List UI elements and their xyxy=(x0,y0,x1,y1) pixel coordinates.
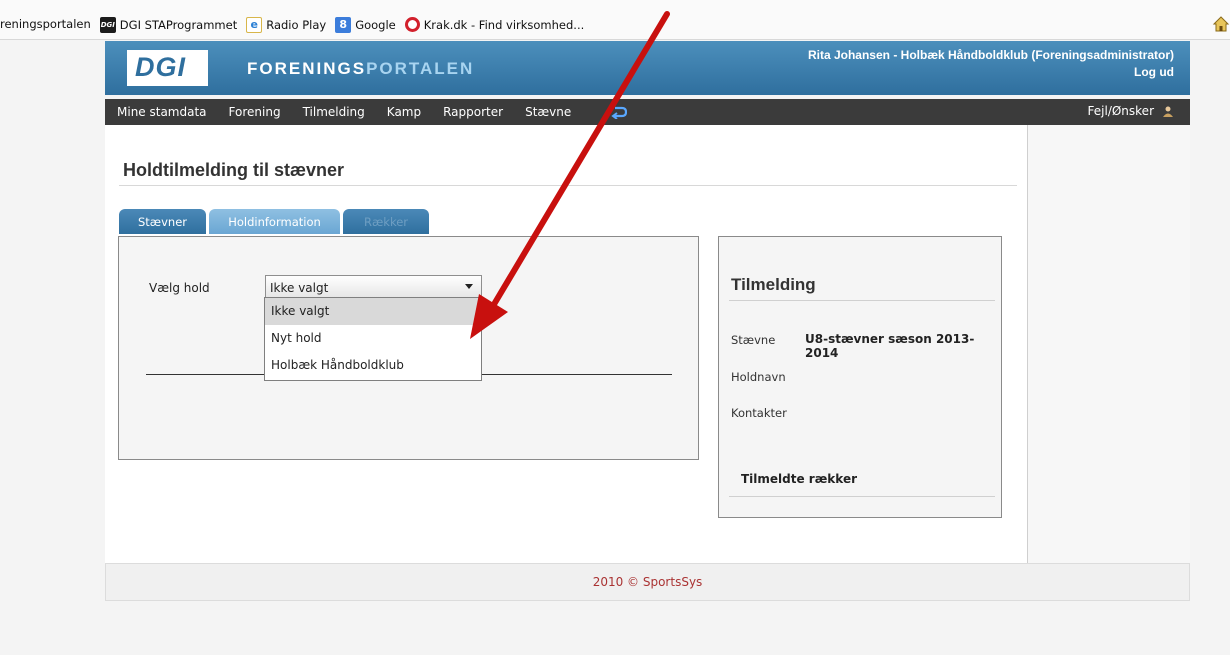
tilmelding-box: Tilmelding Stævne U8-stævner sæson 2013-… xyxy=(718,236,1002,518)
team-select[interactable]: Ikke valgt xyxy=(265,275,482,298)
bookmarks-bar: reningsportalen DGI DGI STAProgrammet e … xyxy=(0,0,1230,40)
site-header: DGI FORENINGSPORTALEN Rita Johansen - Ho… xyxy=(105,41,1190,95)
bookmark-label: Google xyxy=(355,18,396,32)
dropdown-option-nyt-hold[interactable]: Nyt hold xyxy=(265,325,481,352)
team-select-value: Ikke valgt xyxy=(270,281,329,295)
tab-holdinformation[interactable]: Holdinformation xyxy=(209,209,340,234)
tilmeldte-divider xyxy=(729,496,995,497)
bookmark-label: Krak.dk - Find virksomhed... xyxy=(423,17,585,32)
tilmelding-divider xyxy=(729,300,995,301)
dropdown-option-holbaek[interactable]: Holbæk Håndboldklub xyxy=(265,352,481,379)
tilmeldte-raekker-heading: Tilmeldte rækker xyxy=(741,472,857,486)
right-sidebar xyxy=(1027,125,1190,563)
main-nav: Mine stamdata Forening Tilmelding Kamp R… xyxy=(105,99,1190,125)
feedback-label: Fejl/Ønsker xyxy=(1087,104,1154,118)
bookmark-krak[interactable]: Krak.dk - Find virksomhed... xyxy=(404,17,585,32)
logout-link[interactable]: Log ud xyxy=(1134,65,1174,79)
ie-page-icon: e xyxy=(246,17,263,33)
user-feedback-icon xyxy=(1163,106,1173,117)
team-select-dropdown: Ikke valgt Nyt hold Holbæk Håndboldklub xyxy=(264,297,482,381)
google-icon: 8 xyxy=(335,17,352,33)
nav-item-kamp[interactable]: Kamp xyxy=(387,105,421,119)
krak-icon xyxy=(404,17,420,32)
nav-item-rapporter[interactable]: Rapporter xyxy=(443,105,503,119)
bookmark-label: Radio Play xyxy=(266,18,327,32)
holdnavn-label: Holdnavn xyxy=(731,370,786,384)
logo-text: DGI xyxy=(135,52,187,82)
portal-title: FORENINGSPORTALEN xyxy=(247,59,474,79)
nav-item-tilmelding[interactable]: Tilmelding xyxy=(303,105,365,119)
page-title: Holdtilmelding til stævner xyxy=(123,160,345,180)
tab-raekker[interactable]: Rækker xyxy=(343,209,429,234)
title-divider xyxy=(119,185,1017,186)
nav-item-forening[interactable]: Forening xyxy=(229,105,281,119)
dropdown-option-ikke-valgt[interactable]: Ikke valgt xyxy=(265,298,481,325)
tab-staevner[interactable]: Stævner xyxy=(119,209,206,234)
bookmark-radio-play[interactable]: e Radio Play xyxy=(246,17,326,33)
bookmark-foreningsportalen[interactable]: reningsportalen xyxy=(0,17,91,31)
home-icon[interactable] xyxy=(1212,15,1230,33)
staevne-label: Stævne xyxy=(731,333,776,347)
staevne-value: U8-stævner sæson 2013-2014 xyxy=(805,332,975,360)
portal-title-strong: FORENINGS xyxy=(247,59,367,78)
kontakter-label: Kontakter xyxy=(731,406,787,420)
footer-text: 2010 © SportsSys xyxy=(592,575,703,589)
select-team-label: Vælg hold xyxy=(149,281,210,295)
chevron-down-icon xyxy=(465,284,473,289)
user-info: Rita Johansen - Holbæk Håndboldklub (For… xyxy=(807,48,1174,62)
portal-title-light: PORTALEN xyxy=(366,59,475,78)
bookmark-google[interactable]: 8 Google xyxy=(335,17,396,33)
dgi-logo[interactable]: DGI xyxy=(127,50,208,86)
nav-item-staevne[interactable]: Stævne xyxy=(525,105,571,119)
back-icon[interactable] xyxy=(611,105,628,119)
bookmark-label: reningsportalen xyxy=(0,17,91,31)
bookmark-dgi-staprogrammet[interactable]: DGI DGI STAProgrammet xyxy=(99,17,238,33)
page-footer: 2010 © SportsSys xyxy=(105,563,1190,601)
tilmelding-title: Tilmelding xyxy=(731,275,816,294)
feedback-link[interactable]: Fejl/Ønsker xyxy=(1088,104,1174,118)
dgi-icon: DGI xyxy=(99,17,116,33)
bookmark-label: DGI STAProgrammet xyxy=(119,18,238,32)
nav-item-mine-stamdata[interactable]: Mine stamdata xyxy=(117,105,207,119)
